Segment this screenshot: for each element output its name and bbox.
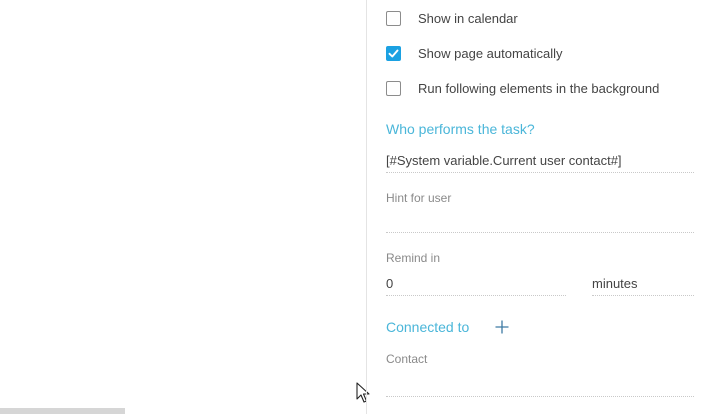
show-in-calendar-label: Show in calendar [418, 10, 518, 26]
run-in-background-label: Run following elements in the background [418, 80, 660, 96]
show-in-calendar-checkbox[interactable] [386, 10, 401, 26]
performer-field-underline [386, 172, 694, 174]
plus-icon[interactable] [495, 320, 509, 334]
hint-field-underline [386, 232, 694, 234]
show-page-automatically-checkbox[interactable] [386, 45, 401, 61]
remind-unit-select[interactable]: minutes [592, 276, 638, 291]
contact-field-underline [386, 396, 694, 398]
run-in-background-checkbox[interactable] [386, 80, 401, 96]
diagram-canvas[interactable] [0, 0, 366, 414]
checkmark-icon [388, 49, 399, 57]
remind-in-label: Remind in [386, 251, 441, 265]
performer-value[interactable]: [#System variable.Current user contact#] [386, 153, 622, 168]
show-page-automatically-option[interactable]: Show page automatically [386, 43, 563, 63]
contact-input[interactable] [386, 374, 694, 392]
remind-in-input[interactable]: 0 [386, 276, 393, 291]
hint-for-user-input[interactable] [386, 212, 694, 230]
performer-section-title[interactable]: Who performs the task? [386, 121, 535, 137]
contact-label: Contact [386, 352, 428, 366]
show-page-automatically-label: Show page automatically [418, 45, 563, 61]
remind-in-underline [386, 295, 566, 297]
horizontal-scrollbar[interactable] [0, 408, 125, 414]
run-in-background-option[interactable]: Run following elements in the background [386, 78, 659, 98]
hint-for-user-label: Hint for user [386, 191, 452, 205]
task-properties-panel: Show in calendar Show page automatically… [367, 0, 714, 414]
remind-unit-underline [592, 295, 694, 297]
show-in-calendar-option[interactable]: Show in calendar [386, 8, 518, 28]
connected-to-title: Connected to [386, 319, 470, 335]
